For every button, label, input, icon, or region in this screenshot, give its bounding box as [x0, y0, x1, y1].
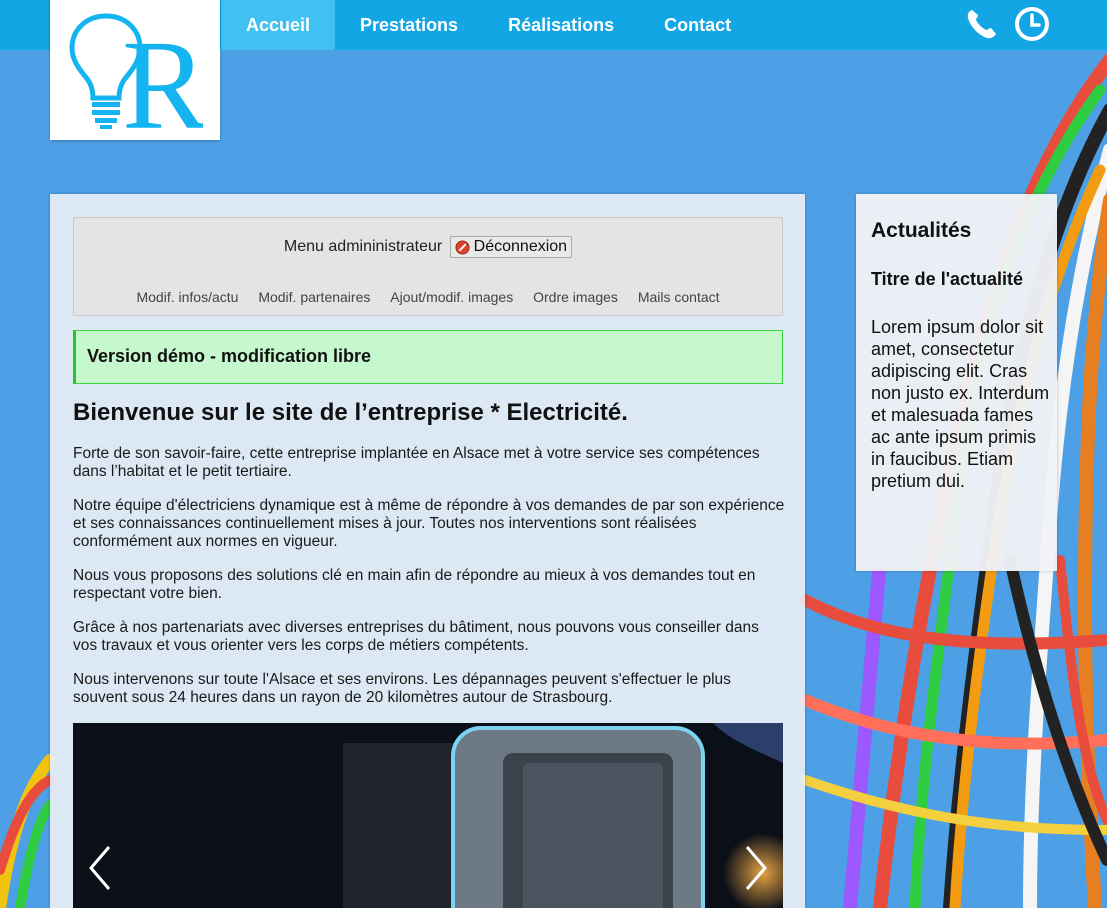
nav-item-contact[interactable]: Contact — [639, 0, 756, 50]
paragraph: Notre équipe d'électriciens dynamique es… — [73, 497, 785, 550]
nav-item-accueil[interactable]: Accueil — [221, 0, 336, 50]
main-content-panel: Menu admininistrateur Déconnexion Modif.… — [50, 194, 805, 908]
chevron-left-icon[interactable] — [85, 843, 115, 893]
admin-link-infos[interactable]: Modif. infos/actu — [136, 289, 238, 305]
image-carousel — [73, 723, 783, 908]
paragraph: Nous intervenons sur toute l'Alsace et s… — [73, 671, 731, 706]
admin-menu: Menu admininistrateur Déconnexion Modif.… — [73, 217, 783, 316]
paragraph: Nous vous proposons des solutions clé en… — [73, 567, 756, 602]
page-title: Bienvenue sur le site de l’entreprise * … — [73, 399, 628, 426]
header-icons — [964, 6, 1050, 42]
clock-icon[interactable] — [1014, 6, 1050, 42]
nav-item-realisations[interactable]: Réalisations — [483, 0, 639, 50]
nav-item-prestations[interactable]: Prestations — [335, 0, 483, 50]
admin-link-partenaires[interactable]: Modif. partenaires — [258, 289, 370, 305]
logout-button[interactable]: Déconnexion — [449, 236, 573, 258]
main-menu: Accueil Prestations Réalisations Contact — [221, 0, 756, 50]
admin-link-images[interactable]: Ajout/modif. images — [390, 289, 513, 305]
admin-link-mails[interactable]: Mails contact — [638, 289, 720, 305]
carousel-slide-image — [73, 723, 783, 908]
site-logo[interactable]: R — [50, 0, 220, 140]
admin-links: Modif. infos/actu Modif. partenaires Ajo… — [74, 289, 782, 305]
paragraph: Forte de son savoir-faire, cette entrepr… — [73, 445, 760, 480]
logo-letter: R — [122, 14, 203, 135]
demo-alert: Version démo - modification libre — [73, 330, 783, 384]
admin-link-ordre-images[interactable]: Ordre images — [533, 289, 618, 305]
paragraph: Grâce à nos partenariats avec diverses e… — [73, 619, 759, 654]
phone-icon[interactable] — [964, 6, 1000, 42]
news-item-title: Titre de l'actualité — [871, 269, 1023, 289]
intro-text: Forte de son savoir-faire, cette entrepr… — [73, 445, 785, 723]
stop-icon — [455, 239, 470, 255]
logout-label: Déconnexion — [473, 238, 568, 255]
news-sidebar: Actualités Titre de l'actualité Lorem ip… — [856, 194, 1057, 571]
logo-graphic: R — [69, 13, 203, 135]
news-item-body: Lorem ipsum dolor sit amet, consectetur … — [871, 317, 1050, 491]
news-section-title: Actualités — [871, 219, 972, 242]
chevron-right-icon[interactable] — [741, 843, 771, 893]
admin-menu-label: Menu admininistrateur — [283, 238, 443, 256]
